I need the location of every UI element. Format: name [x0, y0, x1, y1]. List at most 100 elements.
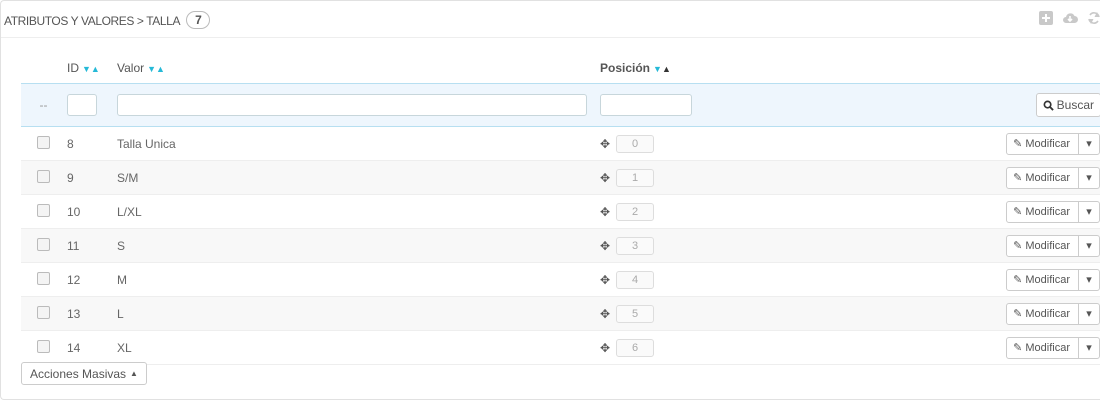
panel-title-text: ATRIBUTOS Y VALORES > TALLA — [4, 14, 181, 28]
row-value: XL — [116, 330, 599, 365]
sort-arrows-icon[interactable]: ▼▲ — [653, 64, 671, 74]
add-icon[interactable] — [1038, 10, 1054, 26]
table-row[interactable]: 12 M ✥ 4 ✎ Modificar ▾ — [21, 262, 1100, 297]
pencil-icon: ✎ — [1013, 138, 1023, 150]
edit-button[interactable]: ✎ Modificar — [1007, 167, 1079, 188]
cloud-download-icon[interactable] — [1062, 10, 1078, 26]
value-column-label: Valor — [117, 61, 145, 75]
row-edit-group: ✎ Modificar ▾ — [1006, 234, 1100, 257]
caret-down-icon[interactable]: ▾ — [1079, 270, 1099, 290]
attribute-values-panel: ATRIBUTOS Y VALORES > TALLA 7 ID ▼▲ Valo… — [0, 0, 1100, 400]
edit-button-label: Modificar — [1025, 137, 1070, 150]
caret-down-icon[interactable]: ▾ — [1079, 338, 1099, 358]
table-header-row: ID ▼▲ Valor ▼▲ Posición ▼▲ — [21, 53, 1100, 84]
position-column-label: Posición — [600, 61, 651, 75]
filter-search-cell: Buscar — [699, 83, 1100, 127]
refresh-icon[interactable] — [1086, 10, 1100, 26]
panel-title: ATRIBUTOS Y VALORES > TALLA 7 — [4, 11, 211, 30]
row-checkbox[interactable] — [37, 237, 50, 251]
caret-down-icon[interactable]: ▾ — [1079, 304, 1099, 324]
caret-down-icon[interactable]: ▾ — [1079, 202, 1099, 222]
header-toolbar — [1038, 10, 1100, 26]
row-value: S/M — [116, 160, 599, 195]
filter-row: -- Buscar — [21, 83, 1100, 127]
row-id: 14 — [66, 330, 116, 365]
id-column-label: ID — [67, 61, 79, 75]
row-id: 13 — [66, 296, 116, 331]
row-checkbox[interactable] — [37, 135, 50, 149]
drag-move-icon[interactable]: ✥ — [600, 341, 610, 355]
edit-button-label: Modificar — [1025, 239, 1070, 252]
drag-move-icon[interactable]: ✥ — [600, 307, 610, 321]
row-position-cell: ✥ 1 — [599, 160, 699, 195]
sort-arrows-icon[interactable]: ▼▲ — [82, 64, 100, 74]
pencil-icon: ✎ — [1013, 308, 1023, 320]
table-row[interactable]: 11 S ✥ 3 ✎ Modificar ▾ — [21, 228, 1100, 263]
drag-move-icon[interactable]: ✥ — [600, 171, 610, 185]
edit-button[interactable]: ✎ Modificar — [1007, 201, 1079, 222]
panel-header: ATRIBUTOS Y VALORES > TALLA 7 — [1, 1, 1100, 38]
caret-down-icon[interactable]: ▾ — [1079, 134, 1099, 154]
search-button[interactable]: Buscar — [1035, 93, 1100, 117]
row-checkbox[interactable] — [37, 305, 50, 319]
row-edit-group: ✎ Modificar ▾ — [1006, 166, 1100, 189]
bulk-actions-button[interactable]: Acciones Masivas ▲ — [21, 362, 147, 385]
row-position-cell: ✥ 0 — [599, 126, 699, 161]
position-column-header: Posición ▼▲ — [599, 53, 699, 84]
drag-move-icon[interactable]: ✥ — [600, 137, 610, 151]
drag-move-icon[interactable]: ✥ — [600, 205, 610, 219]
drag-move-icon[interactable]: ✥ — [600, 273, 610, 287]
select-column-header — [21, 53, 66, 84]
filter-value-input[interactable] — [117, 94, 587, 116]
edit-button[interactable]: ✎ Modificar — [1007, 269, 1079, 290]
drag-move-icon[interactable]: ✥ — [600, 239, 610, 253]
value-column-header: Valor ▼▲ — [116, 53, 599, 84]
pencil-icon: ✎ — [1013, 172, 1023, 184]
actions-column-header — [699, 53, 1100, 84]
edit-button[interactable]: ✎ Modificar — [1007, 235, 1079, 256]
table-row[interactable]: 8 Talla Unica ✥ 0 ✎ Modificar ▾ — [21, 126, 1100, 161]
row-id: 9 — [66, 160, 116, 195]
caret-down-icon[interactable]: ▾ — [1079, 168, 1099, 188]
row-edit-group: ✎ Modificar ▾ — [1006, 132, 1100, 155]
edit-button-label: Modificar — [1025, 307, 1070, 320]
filter-id-input[interactable] — [67, 94, 97, 116]
table-row[interactable]: 10 L/XL ✥ 2 ✎ Modificar ▾ — [21, 194, 1100, 229]
pencil-icon: ✎ — [1013, 240, 1023, 252]
sort-arrows-icon[interactable]: ▼▲ — [147, 64, 165, 74]
row-edit-group: ✎ Modificar ▾ — [1006, 302, 1100, 325]
row-checkbox[interactable] — [37, 203, 50, 217]
row-position: 0 — [616, 134, 655, 153]
table-row[interactable]: 9 S/M ✥ 1 ✎ Modificar ▾ — [21, 160, 1100, 195]
pencil-icon: ✎ — [1013, 274, 1023, 286]
filter-position-cell — [599, 83, 699, 127]
edit-button[interactable]: ✎ Modificar — [1007, 303, 1079, 324]
table-row[interactable]: 14 XL ✥ 6 ✎ Modificar ▾ — [21, 330, 1100, 365]
row-edit-group: ✎ Modificar ▾ — [1006, 336, 1100, 359]
search-button-label: Buscar — [1056, 98, 1094, 112]
row-position-cell: ✥ 6 — [599, 330, 699, 365]
edit-button[interactable]: ✎ Modificar — [1007, 133, 1079, 154]
row-id: 12 — [66, 262, 116, 297]
edit-button[interactable]: ✎ Modificar — [1007, 337, 1079, 358]
row-position-cell: ✥ 2 — [599, 194, 699, 229]
table-row[interactable]: 13 L ✥ 5 ✎ Modificar ▾ — [21, 296, 1100, 331]
values-table: ID ▼▲ Valor ▼▲ Posición ▼▲ -- Buscar 8 T… — [21, 53, 1100, 365]
row-checkbox[interactable] — [37, 169, 50, 183]
caret-down-icon[interactable]: ▾ — [1079, 236, 1099, 256]
pencil-icon: ✎ — [1013, 342, 1023, 354]
row-checkbox[interactable] — [37, 271, 50, 285]
filter-position-input[interactable] — [600, 94, 692, 116]
filter-value-cell — [116, 83, 599, 127]
row-position-cell: ✥ 5 — [599, 296, 699, 331]
row-position: 3 — [616, 236, 655, 255]
row-position-cell: ✥ 3 — [599, 228, 699, 263]
edit-button-label: Modificar — [1025, 205, 1070, 218]
row-position: 5 — [616, 304, 655, 323]
row-value: M — [116, 262, 599, 297]
filter-dash: -- — [21, 83, 66, 127]
row-position: 1 — [616, 168, 655, 187]
edit-button-label: Modificar — [1025, 273, 1070, 286]
row-checkbox[interactable] — [37, 339, 50, 353]
row-id: 10 — [66, 194, 116, 229]
